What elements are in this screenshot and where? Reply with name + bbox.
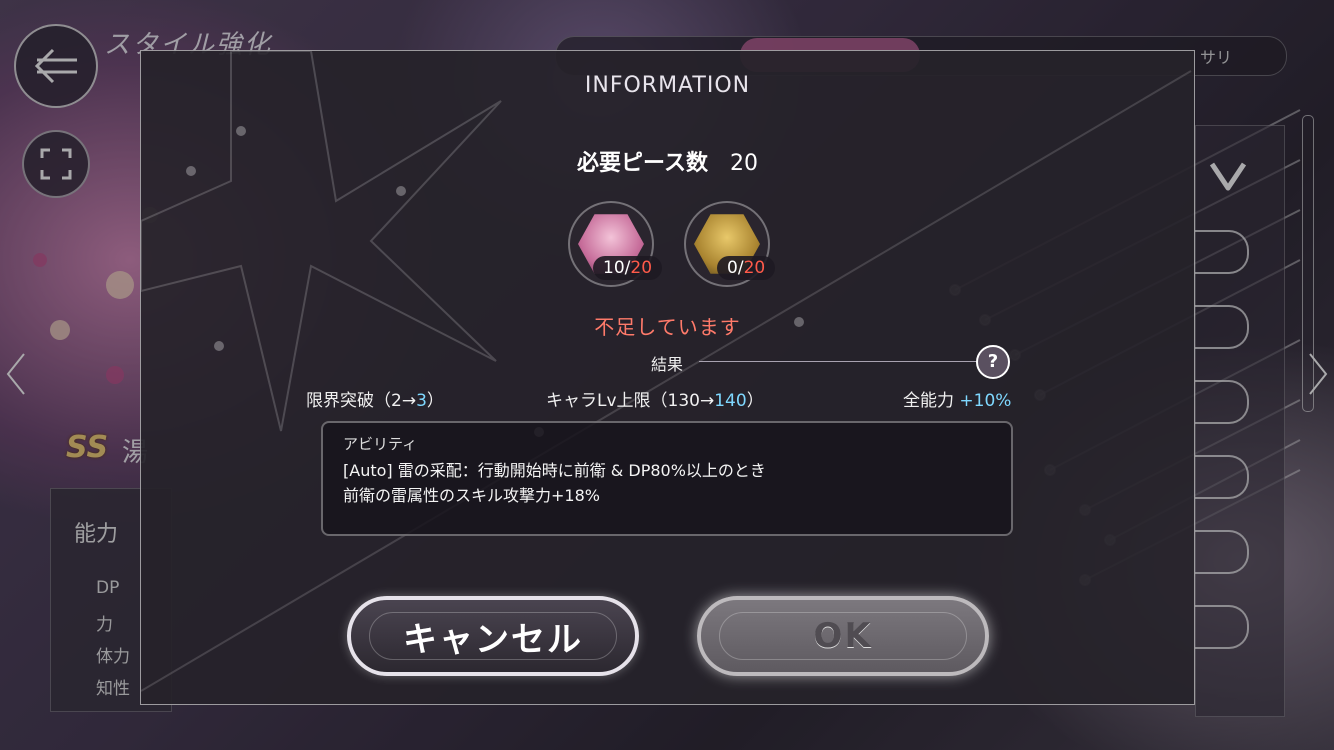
button-trim [719, 612, 967, 660]
ability-description: [Auto] 雷の采配：行動開始時に前衛 & DP80%以上のとき 前衛の雷属性… [343, 458, 766, 508]
item-need: 20 [630, 258, 653, 278]
ability-line: 前衛の雷属性のスキル攻撃力+18% [343, 486, 600, 505]
ability-heading: アビリティ [343, 435, 418, 453]
item-need: 20 [743, 258, 766, 278]
insufficient-warning: 不足しています [594, 315, 741, 339]
result-prefix: 限界突破（2→ [306, 391, 417, 411]
result-all-stats: 全能力 +10% [903, 386, 1011, 411]
required-pieces: 必要ピース数 20 [141, 145, 1194, 177]
result-label: 結果 [651, 355, 684, 374]
help-button[interactable]: ? [976, 345, 1010, 379]
result-suffix: ） [426, 391, 444, 411]
required-value: 20 [729, 151, 758, 176]
required-label: 必要ピース数 [577, 151, 708, 176]
information-dialog: INFORMATION 必要ピース数 20 10/20 0/20 不足しています … [140, 50, 1195, 705]
result-suffix: ） [746, 391, 764, 411]
ability-line: [Auto] 雷の采配：行動開始時に前衛 & DP80%以上のとき [343, 461, 766, 480]
result-value: +10% [959, 391, 1012, 411]
result-value: 3 [416, 391, 427, 411]
result-value: 140 [714, 391, 747, 411]
result-prefix: 全能力 [903, 391, 960, 411]
item-count: 0/20 [717, 256, 776, 280]
ability-box: アビリティ [Auto] 雷の采配：行動開始時に前衛 & DP80%以上のとき … [321, 421, 1013, 536]
result-prefix: キャラLv上限（130→ [546, 391, 715, 411]
item-count: 10/20 [593, 256, 663, 280]
dialog-title: INFORMATION [584, 73, 751, 98]
item-have: 10 [603, 258, 625, 278]
result-divider [699, 361, 989, 362]
ok-button[interactable]: OK [697, 596, 989, 676]
button-trim [369, 612, 617, 660]
item-have: 0 [727, 258, 738, 278]
cancel-button[interactable]: キャンセル [347, 596, 639, 676]
result-limit-break: 限界突破（2→3） [306, 386, 444, 411]
result-level-cap: キャラLv上限（130→140） [546, 386, 764, 411]
